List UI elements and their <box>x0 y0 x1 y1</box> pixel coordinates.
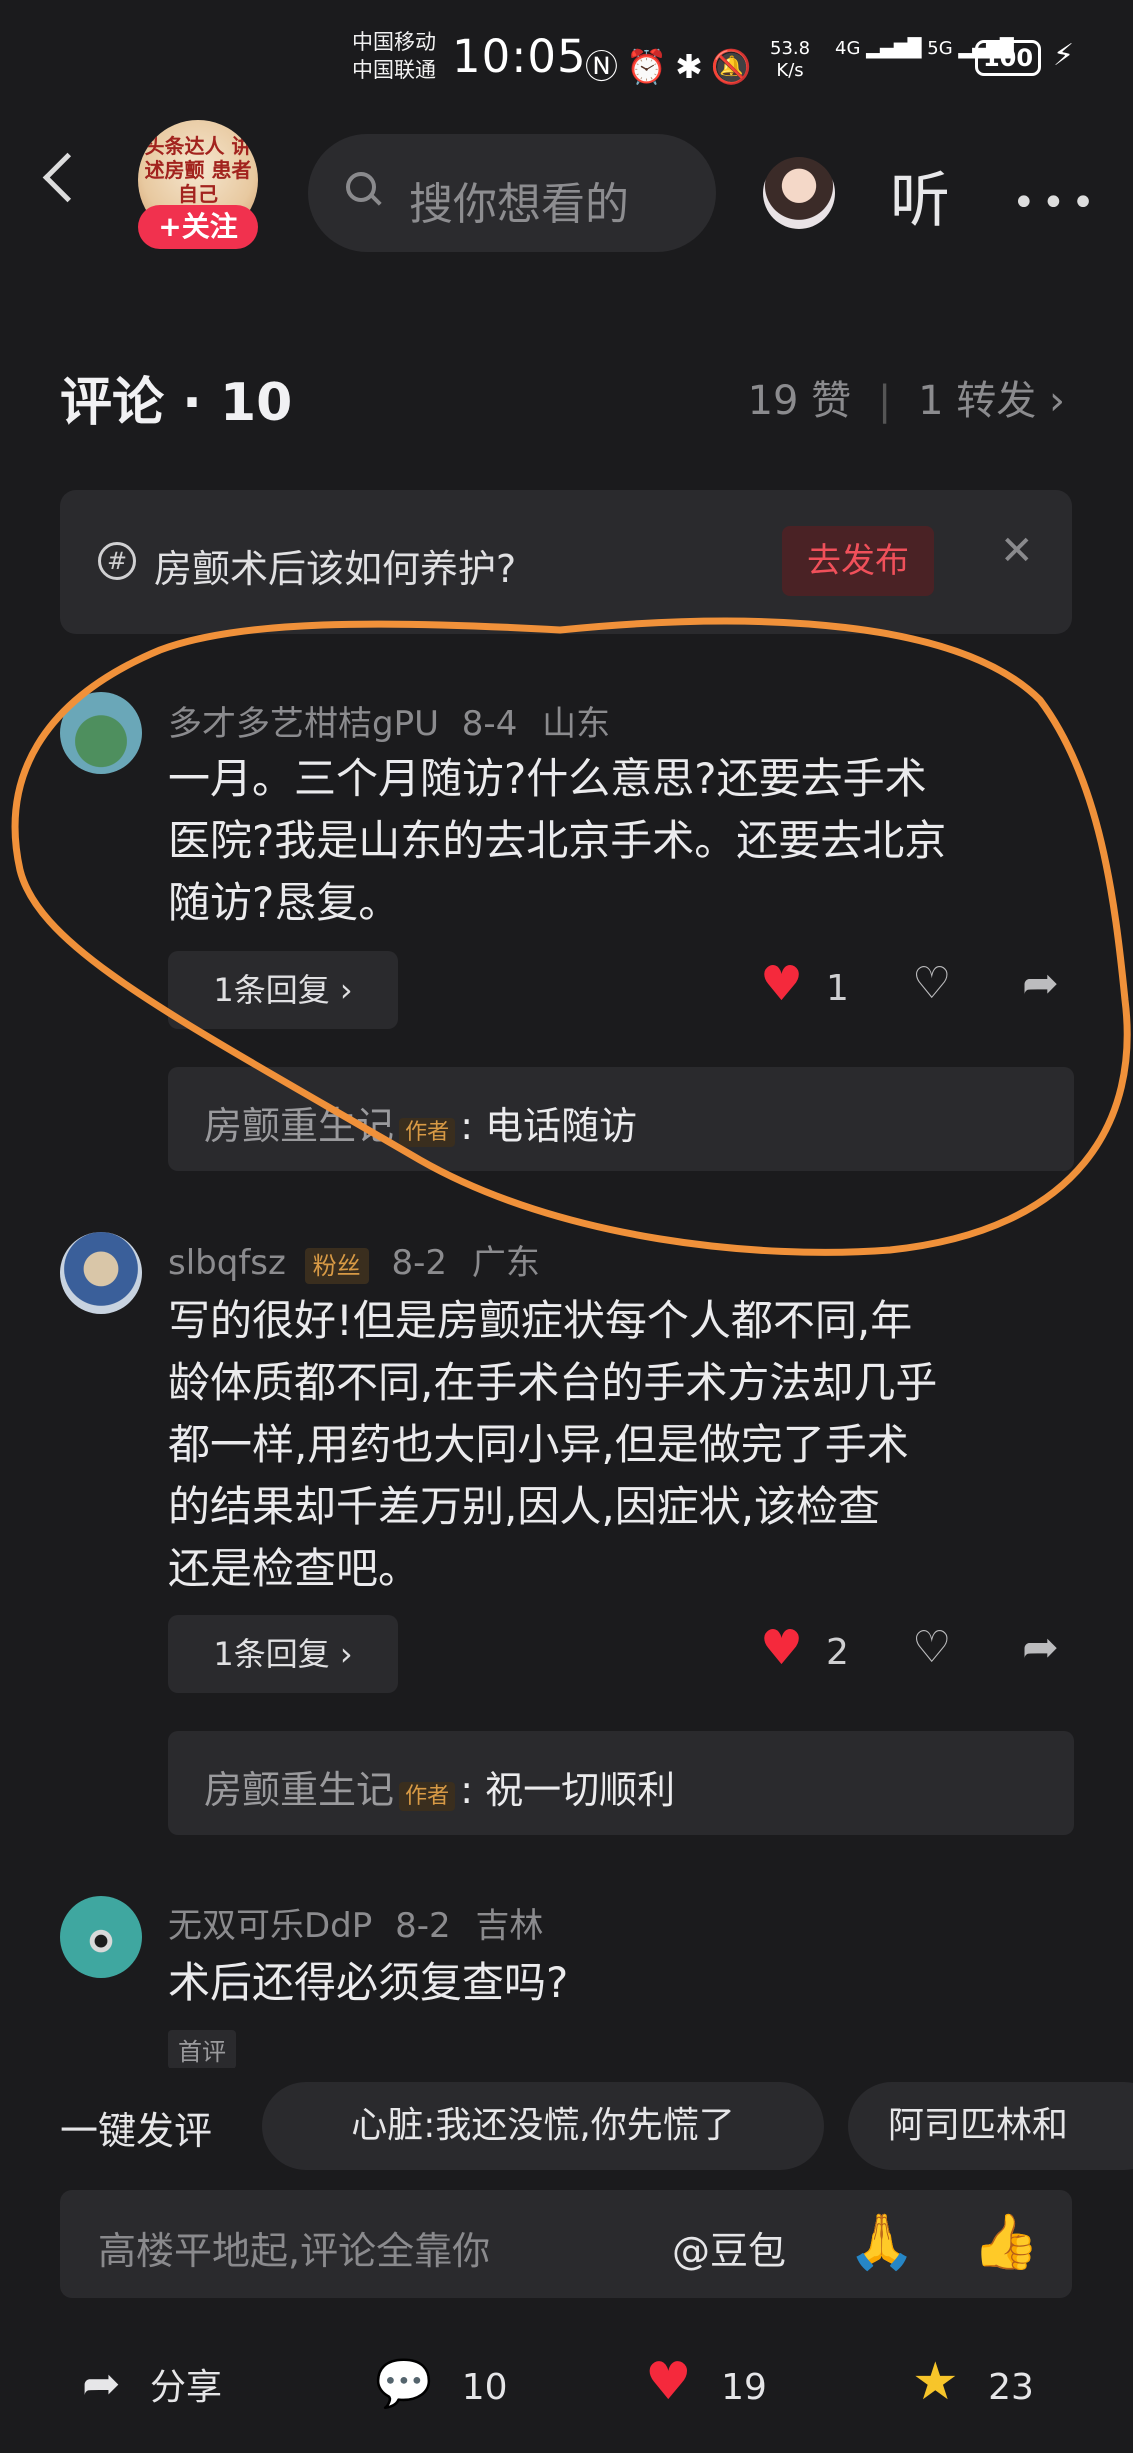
topic-text: 房颤术后该如何养护? <box>154 547 517 591</box>
share-icon[interactable]: ➦ <box>1022 1622 1059 1673</box>
search-icon <box>346 172 376 202</box>
chevron-right-icon: › <box>1049 378 1065 424</box>
comment-stats[interactable]: 19 赞 | 1 转发 › <box>748 368 1065 426</box>
author-reply-line: 房颤重生记 作者 : 祝一切顺利 <box>204 1759 675 1814</box>
search-bar[interactable]: 搜你想看的 <box>308 134 716 252</box>
share-label: 分享 <box>150 2367 223 2408</box>
nfc-icon: Ⓝ <box>585 47 626 86</box>
comment-line: 都一样,用药也大同小异,但是做完了手术 <box>168 1420 909 1469</box>
likes-stat: 19 赞 <box>747 378 852 424</box>
comment-input-placeholder: 高楼平地起,评论全靠你 <box>98 2229 491 2273</box>
listen-button[interactable]: 听 <box>890 152 950 239</box>
mute-icon: 🔕 <box>710 47 760 86</box>
bluetooth-icon: ✱ <box>675 47 711 86</box>
stats-divider: | <box>877 378 892 424</box>
net-speed: 53.8 K/s <box>770 38 810 82</box>
carrier-1: 中国移动 <box>352 30 436 54</box>
annotation-circle <box>11 617 1131 1256</box>
annotation-stroke <box>11 617 1131 1256</box>
heart-filled-icon: ♥ <box>645 2352 692 2412</box>
search-placeholder: 搜你想看的 <box>409 179 629 230</box>
thumbs-up-emoji-icon[interactable]: 👍 <box>972 2210 1039 2274</box>
carrier-2: 中国联通 <box>352 58 436 82</box>
status-icons: Ⓝ⏰✱🔕 <box>585 40 760 88</box>
back-icon[interactable] <box>42 152 93 203</box>
view-replies-button[interactable]: 1条回复 › <box>168 1615 398 1693</box>
quick-comment-label: 一键发评 <box>60 2109 213 2153</box>
star-count: 23 <box>988 2367 1034 2408</box>
comment-text: 写的很好!但是房颤症状每个人都不同,年 龄体质都不同,在手术台的手术方法却几乎 … <box>168 1290 937 1600</box>
reposts-stat: 1 转发 <box>918 378 1037 424</box>
comment-location: 吉林 <box>475 1906 544 1946</box>
follow-button[interactable]: +关注 <box>138 205 258 249</box>
publish-button[interactable]: 去发布 <box>782 526 934 596</box>
doubao-mention-button[interactable]: @豆包 <box>672 2220 786 2275</box>
comment-text: 术后还得必须复查吗? <box>168 1952 568 2014</box>
alarm-icon: ⏰ <box>626 47 676 86</box>
comment-icon: 💬 <box>375 2356 433 2410</box>
battery-indicator: 100 <box>975 40 1041 76</box>
view-replies-label: 1条回复 <box>213 1635 330 1673</box>
close-icon[interactable]: ✕ <box>1000 528 1034 574</box>
net-speed-value: 53.8 <box>770 38 811 59</box>
comment-line: 还是检查吧。 <box>168 1544 421 1593</box>
like-count: 19 <box>721 2367 767 2408</box>
comment-count: 10 <box>461 2367 508 2408</box>
first-comment-badge: 首评 <box>168 2030 236 2069</box>
broken-heart-icon[interactable]: ♡ <box>912 1622 951 1673</box>
pray-emoji-icon[interactable]: 🙏 <box>848 2210 915 2274</box>
author-avatar-text: 头条达人 讲述房颤 患者自己 <box>144 134 252 206</box>
comment-line: 术后还得必须复查吗? <box>168 1958 569 2007</box>
more-icon[interactable]: ••• <box>1012 180 1101 226</box>
signal-bars-icon: ▂▄▆█ <box>866 38 922 59</box>
author-tag: 作者 <box>399 1782 456 1811</box>
comment-button[interactable]: 💬 10 <box>375 2356 508 2411</box>
signal-5g-label: 5G <box>927 38 953 59</box>
heart-filled-icon[interactable]: ♥ <box>760 1620 803 1676</box>
author-reply[interactable]: 房颤重生记 作者 : 祝一切顺利 <box>168 1731 1074 1835</box>
comment-line: 龄体质都不同,在手术台的手术方法却几乎 <box>168 1358 938 1407</box>
signal-4g-label: 4G <box>835 38 861 59</box>
like-count: 2 <box>826 1632 849 1673</box>
quick-comment-chip[interactable]: 阿司匹林和 <box>848 2082 1133 2170</box>
charging-icon: ⚡ <box>1053 38 1075 73</box>
carrier-labels: 中国移动 中国联通 <box>352 28 436 84</box>
author-reply-text: : 祝一切顺利 <box>460 1768 676 1812</box>
quick-comment-chip[interactable]: 心脏:我还没慌,你先慌了 <box>262 2082 824 2170</box>
favorite-button[interactable]: ★ 23 <box>912 2352 1034 2412</box>
hashtag-icon: # <box>98 542 136 580</box>
user-avatar[interactable] <box>763 157 835 229</box>
like-button[interactable]: ♥ 19 <box>645 2352 767 2412</box>
author-reply-name: 房颤重生记 <box>204 1768 395 1812</box>
share-button[interactable]: ➦ 分享 <box>82 2356 222 2410</box>
comment-meta: 无双可乐DdP 8-2 吉林 <box>168 1898 543 1947</box>
comment-line: 的结果却千差万别,因人,因症状,该检查 <box>168 1482 881 1531</box>
status-clock: 10:05 <box>452 30 587 83</box>
star-icon: ★ <box>912 2352 959 2412</box>
net-speed-unit: K/s <box>776 60 804 81</box>
comment-date: 8-2 <box>395 1906 451 1946</box>
share-icon: ➦ <box>82 2356 121 2410</box>
comments-title: 评论 · 10 <box>60 373 293 433</box>
comment-input[interactable]: 高楼平地起,评论全靠你 @豆包 🙏 👍 <box>60 2190 1072 2298</box>
comment-username[interactable]: 无双可乐DdP <box>168 1906 372 1946</box>
avatar[interactable] <box>60 1896 142 1978</box>
